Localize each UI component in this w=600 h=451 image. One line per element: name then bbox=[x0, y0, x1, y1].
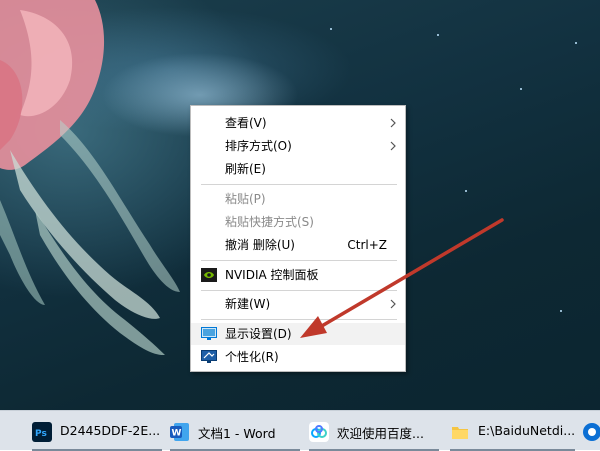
folder-icon bbox=[452, 427, 468, 439]
taskbar-item-label: 文档1 - Word bbox=[198, 426, 276, 441]
photoshop-icon: Ps bbox=[32, 422, 52, 442]
taskbar-item-overflow[interactable] bbox=[582, 411, 600, 451]
svg-text:W: W bbox=[172, 429, 182, 439]
word-icon: W bbox=[170, 423, 189, 441]
baidu-netdisk-icon bbox=[309, 422, 329, 442]
app-icon bbox=[583, 423, 600, 441]
annotation-arrow bbox=[300, 218, 504, 338]
taskbar-item-word[interactable]: W 文档1 - Word bbox=[170, 411, 300, 451]
taskbar-item-label: D2445DDF-2E... bbox=[60, 423, 161, 438]
taskbar-item-label: 欢迎使用百度... bbox=[337, 426, 424, 441]
taskbar-item-label: E:\BaiduNetdi... bbox=[478, 423, 576, 438]
taskbar-item-baidu-netdisk[interactable]: 欢迎使用百度... bbox=[309, 411, 439, 451]
taskbar-item-photoshop[interactable]: Ps D2445DDF-2E... bbox=[32, 411, 162, 451]
taskbar-item-file-explorer[interactable]: E:\BaiduNetdi... bbox=[450, 411, 575, 451]
taskbar: Ps D2445DDF-2E... W 文档1 - Word 欢迎使用百度...… bbox=[0, 410, 600, 451]
svg-text:Ps: Ps bbox=[35, 429, 47, 439]
